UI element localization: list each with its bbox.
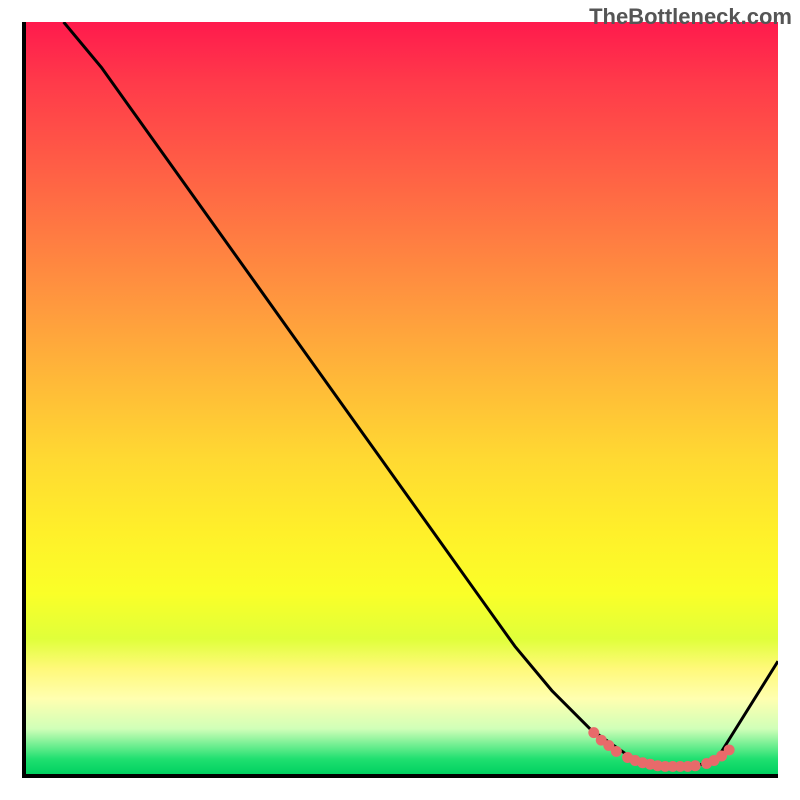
gradient-background — [26, 22, 778, 774]
chart-container: TheBottleneck.com — [0, 0, 800, 800]
plot-area — [22, 22, 778, 778]
watermark-text: TheBottleneck.com — [589, 4, 792, 30]
